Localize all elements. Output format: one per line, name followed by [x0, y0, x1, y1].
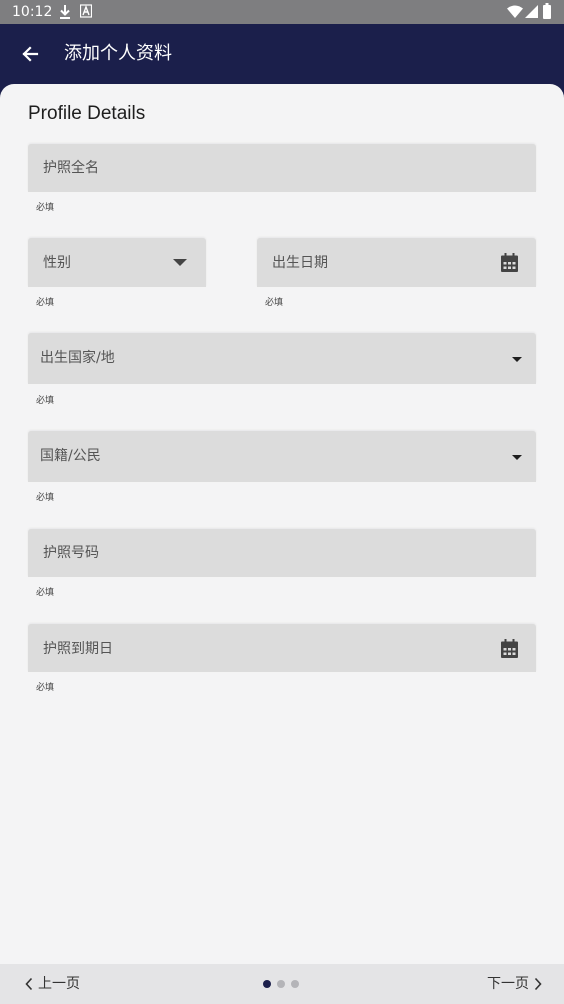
gender-select[interactable]: 性别 — [28, 238, 206, 287]
chevron-left-icon — [25, 977, 33, 991]
nationality-select[interactable]: 国籍/公民 — [28, 431, 536, 482]
caret-down-icon — [512, 455, 522, 460]
calendar-icon[interactable] — [501, 639, 518, 658]
prev-page-button[interactable]: 上一页 — [24, 974, 80, 994]
arrow-left-icon — [22, 46, 39, 62]
page-dot[interactable] — [277, 980, 285, 988]
birth-country-label: 出生国家/地 — [40, 350, 115, 366]
birth-country-select[interactable]: 出生国家/地 — [28, 333, 536, 384]
next-page-label: 下一页 — [487, 976, 529, 992]
passport-name-label: 护照全名 — [43, 160, 99, 176]
page-indicator — [263, 980, 299, 988]
nationality-label: 国籍/公民 — [40, 448, 101, 464]
passport-expiry-field[interactable]: 护照到期日 — [28, 624, 536, 672]
caret-down-icon — [512, 357, 522, 362]
page-dot[interactable] — [291, 980, 299, 988]
passport-expiry-label: 护照到期日 — [43, 641, 113, 657]
battery-icon — [543, 3, 551, 19]
form-sheet: Profile Details 护照全名 必填 性别 必填 出生日期 必填 出生… — [0, 84, 564, 964]
birth-country-helper: 必填 — [36, 396, 55, 406]
page-dot[interactable] — [263, 980, 271, 988]
next-page-button[interactable]: 下一页 — [487, 974, 543, 994]
prev-page-label: 上一页 — [38, 976, 80, 992]
status-time: 10:12 — [12, 4, 53, 20]
caret-down-icon — [173, 259, 187, 266]
wifi-icon — [507, 5, 523, 18]
passport-name-field[interactable]: 护照全名 — [28, 144, 536, 192]
gender-helper: 必填 — [36, 298, 55, 308]
calendar-icon[interactable] — [501, 253, 518, 272]
passport-expiry-helper: 必填 — [36, 683, 55, 693]
pager-bar: 上一页 下一页 — [0, 964, 564, 1004]
passport-name-helper: 必填 — [36, 203, 55, 213]
passport-number-label: 护照号码 — [43, 545, 99, 561]
passport-number-field[interactable]: 护照号码 — [28, 529, 536, 577]
section-title: Profile Details — [28, 103, 146, 124]
chevron-right-icon — [534, 977, 542, 991]
birth-date-field[interactable]: 出生日期 — [257, 238, 536, 287]
signal-icon — [525, 5, 538, 18]
status-bar: 10:12 — [0, 0, 564, 24]
birth-date-label: 出生日期 — [272, 255, 328, 271]
font-icon — [80, 4, 92, 18]
back-button[interactable] — [12, 36, 48, 72]
passport-number-helper: 必填 — [36, 588, 55, 598]
birth-date-helper: 必填 — [265, 298, 284, 308]
gender-label: 性别 — [43, 255, 71, 271]
nationality-helper: 必填 — [36, 493, 55, 503]
download-icon — [60, 5, 70, 19]
page-title: 添加个人资料 — [64, 43, 172, 64]
app-bar: 添加个人资料 — [0, 24, 564, 84]
